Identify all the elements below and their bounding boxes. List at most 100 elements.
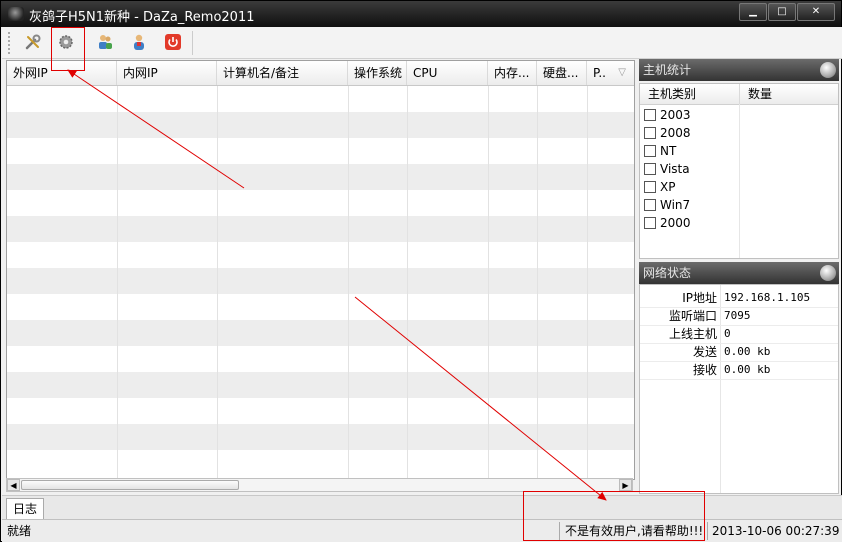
user-button[interactable] (127, 31, 151, 53)
annotation-box-settings (51, 27, 85, 71)
checkbox[interactable] (644, 127, 656, 139)
net-status-panel: IP地址 192.168.1.105 监听端口 7095 上线主机 0 发送 0.00 … (639, 284, 839, 494)
host-stats-panel: 主机类别 数量 2003 2008 NT Vista XP Win7 2000 (639, 83, 839, 259)
net-value: 0.00 kb (724, 345, 771, 358)
net-value: 0 (724, 327, 731, 340)
host-type-2003[interactable]: 2003 (644, 106, 691, 124)
net-value: 7095 (724, 309, 751, 322)
power-button[interactable] (161, 31, 185, 53)
column-header-computer-name[interactable]: 计算机名/备注 (217, 61, 348, 85)
status-separator (707, 522, 708, 540)
status-datetime: 2013-10-06 00:27:39 (712, 524, 840, 538)
status-state: 就绪 (7, 524, 32, 538)
pin-icon[interactable] (820, 62, 836, 78)
annotation-box-status (523, 491, 705, 541)
column-header-disk[interactable]: 硬盘... (537, 61, 587, 85)
column-header-cpu[interactable]: CPU (407, 61, 488, 85)
column-header-internal-ip[interactable]: 内网IP (117, 61, 217, 85)
column-header-memory[interactable]: 内存... (488, 61, 537, 85)
host-type-2008[interactable]: 2008 (644, 124, 691, 142)
scroll-thumb[interactable] (21, 480, 239, 490)
checkbox[interactable] (644, 199, 656, 211)
table-row (7, 216, 634, 242)
column-divider (117, 86, 118, 479)
toolbar-separator (192, 31, 193, 55)
table-row (7, 398, 634, 424)
maximize-button[interactable]: □ (768, 3, 796, 21)
user-icon (134, 34, 144, 50)
horizontal-scrollbar[interactable]: ◀ ▶ (6, 478, 633, 492)
window-title: 灰鸽子H5N1新种 - DaZa_Remo2011 (29, 10, 255, 25)
host-category-header[interactable]: 主机类别 (640, 84, 740, 104)
power-icon (165, 34, 181, 50)
table-row (7, 424, 634, 450)
host-type-label: NT (660, 144, 677, 158)
checkbox[interactable] (644, 181, 656, 193)
host-table[interactable]: 外网IP 内网IP 计算机名/备注 操作系统 CPU 内存... 硬盘... P… (6, 60, 635, 480)
log-tab-bar: 日志 (2, 495, 842, 520)
main-window: 灰鸽子H5N1新种 - DaZa_Remo2011 ▁ □ ✕ 外网IP 内网I… (0, 0, 842, 542)
host-table-body (7, 86, 634, 476)
checkbox[interactable] (644, 145, 656, 157)
column-header-os[interactable]: 操作系统 (348, 61, 407, 85)
net-label: 接收 (692, 363, 717, 377)
table-row (7, 112, 634, 138)
host-type-label: XP (660, 180, 676, 194)
checkbox[interactable] (644, 163, 656, 175)
host-table-header: 外网IP 内网IP 计算机名/备注 操作系统 CPU 内存... 硬盘... P… (7, 61, 634, 86)
host-type-label: 2000 (660, 216, 691, 230)
user-group-button[interactable] (93, 31, 117, 53)
title-bar[interactable]: 灰鸽子H5N1新种 - DaZa_Remo2011 ▁ □ ✕ (1, 1, 841, 27)
table-row (7, 294, 634, 320)
net-status-header: 网络状态 (639, 262, 839, 284)
host-type-nt[interactable]: NT (644, 142, 676, 160)
host-type-2000[interactable]: 2000 (644, 214, 691, 232)
stats-divider (739, 104, 740, 258)
toolbar (2, 27, 842, 59)
scroll-left-icon[interactable]: ◀ (7, 479, 20, 491)
host-type-win7[interactable]: Win7 (644, 196, 690, 214)
checkbox[interactable] (644, 217, 656, 229)
host-type-vista[interactable]: Vista (644, 160, 690, 178)
table-row (7, 372, 634, 398)
net-row-ip: IP地址 192.168.1.105 (640, 289, 838, 308)
table-row (7, 320, 634, 346)
net-row-receive: 接收 0.00 kb (640, 361, 838, 380)
host-type-label: 2003 (660, 108, 691, 122)
window-controls: ▁ □ ✕ (738, 3, 835, 21)
host-type-label: 2008 (660, 126, 691, 140)
table-row (7, 164, 634, 190)
minimize-button[interactable]: ▁ (739, 3, 767, 21)
checkbox[interactable] (644, 109, 656, 121)
net-label: 监听端口 (668, 309, 717, 323)
column-divider (537, 86, 538, 479)
column-header-p[interactable]: P.. ▽ (587, 61, 634, 85)
table-row (7, 268, 634, 294)
host-stats-title: 主机统计 (643, 63, 692, 77)
host-stats-header: 主机统计 (639, 59, 839, 81)
column-divider (488, 86, 489, 479)
column-divider (407, 86, 408, 479)
net-label: 发送 (692, 345, 717, 359)
app-icon (8, 7, 24, 21)
host-type-label: Win7 (660, 198, 691, 212)
scroll-right-icon[interactable]: ▶ (619, 479, 632, 491)
net-label: IP地址 (682, 291, 717, 305)
pin-icon[interactable] (820, 265, 836, 281)
toolbar-grip[interactable] (8, 32, 13, 54)
host-type-label: Vista (660, 162, 690, 176)
net-status-title: 网络状态 (643, 266, 692, 280)
host-count-header[interactable]: 数量 (740, 84, 838, 104)
sort-icon: ▽ (618, 67, 626, 78)
host-type-xp[interactable]: XP (644, 178, 675, 196)
table-row (7, 190, 634, 216)
column-divider (217, 86, 218, 479)
wrench-icon (25, 34, 41, 50)
net-value: 192.168.1.105 (724, 291, 811, 304)
table-row (7, 450, 634, 476)
column-header-p-label: P.. (593, 66, 606, 80)
close-button[interactable]: ✕ (797, 3, 835, 21)
tools-button[interactable] (21, 31, 45, 53)
net-row-send: 发送 0.00 kb (640, 343, 838, 362)
tab-log[interactable]: 日志 (6, 498, 44, 519)
